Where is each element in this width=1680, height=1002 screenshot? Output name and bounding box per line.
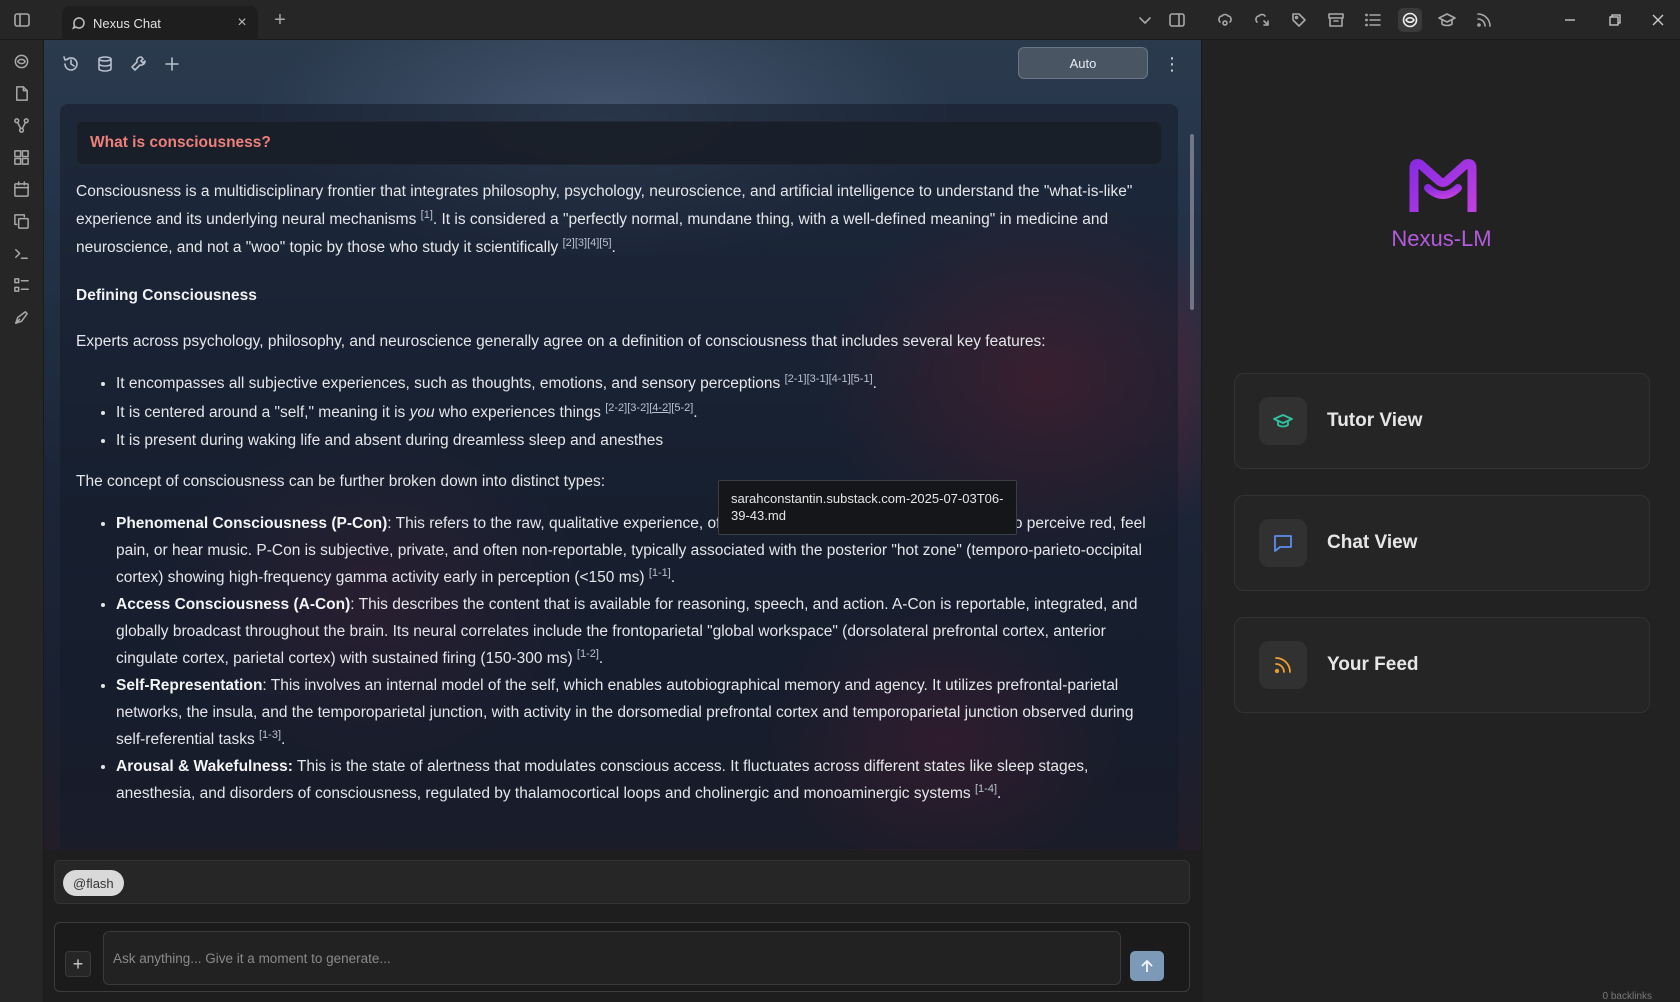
list-item: Self-Representation: This involves an in… — [116, 672, 1162, 753]
list-item: It is present during waking life and abs… — [116, 427, 1162, 456]
mode-selector-button[interactable]: Auto — [1018, 47, 1148, 79]
title-bar: Nexus Chat × + — [0, 0, 1680, 40]
archive-icon[interactable] — [1324, 8, 1348, 32]
list-item: It encompasses all subjective experience… — [116, 370, 1162, 399]
nexus-brain-icon[interactable] — [1398, 8, 1422, 32]
attach-icon[interactable]: + — [65, 951, 91, 977]
graph-icon[interactable] — [10, 114, 32, 136]
type-name: Self-Representation — [116, 676, 263, 694]
rss-icon — [1259, 641, 1307, 689]
list-item: It is centered around a "self," meaning … — [116, 399, 1162, 428]
new-tab-icon[interactable]: + — [268, 8, 292, 32]
features-list: It encompasses all subjective experience… — [116, 370, 1162, 456]
model-mention-chip[interactable]: @flash — [63, 870, 124, 896]
brain-arrow-icon[interactable] — [1250, 8, 1274, 32]
tutor-view-card[interactable]: Tutor View — [1234, 373, 1650, 469]
list-item-text: It is centered around a "self," meaning … — [116, 403, 410, 421]
nexus-brain-icon[interactable] — [10, 50, 32, 72]
list-item: Access Consciousness (A-Con): This descr… — [116, 591, 1162, 672]
type-name: Arousal & Wakefulness: — [116, 757, 293, 775]
input-container: + — [54, 922, 1190, 992]
right-panel: Nexus-LM Tutor View Chat View Your Feed … — [1201, 40, 1680, 1002]
citation[interactable]: [1] — [421, 209, 433, 221]
send-button[interactable] — [1130, 951, 1164, 981]
left-ribbon — [0, 40, 44, 1002]
minimize-icon[interactable] — [1555, 8, 1585, 32]
add-icon[interactable] — [160, 52, 184, 76]
card-label: Your Feed — [1327, 654, 1419, 675]
chat-bubble-icon — [1259, 519, 1307, 567]
citation[interactable]: [1-2] — [577, 648, 599, 660]
citation[interactable]: [1-3] — [259, 729, 281, 741]
card-label: Chat View — [1327, 532, 1418, 553]
pen-tool-icon[interactable] — [10, 306, 32, 328]
terminal-icon[interactable] — [10, 242, 32, 264]
card-label: Tutor View — [1327, 410, 1423, 431]
prompt-input[interactable] — [103, 931, 1121, 985]
brand-name: Nexus-LM — [1391, 226, 1492, 251]
message-list: What is consciousness? Consciousness is … — [60, 104, 1178, 849]
question-text: What is consciousness? — [90, 134, 271, 151]
restore-icon[interactable] — [1600, 8, 1630, 32]
section-heading: Defining Consciousness — [76, 287, 257, 304]
chevron-down-icon[interactable] — [1133, 8, 1157, 32]
graduation-cap-icon — [1259, 397, 1307, 445]
citation-group: [2-2][3-2][4-2][5-2] — [605, 402, 693, 414]
list-item-text: It is present during waking life and abs… — [116, 432, 664, 449]
nexus-logo-icon — [1409, 159, 1477, 212]
tags-icon[interactable] — [1287, 8, 1311, 32]
type-name: Access Consciousness (A-Con) — [116, 595, 351, 613]
citation[interactable]: [2-1][3-1][4-1][5-1] — [785, 373, 873, 385]
emphasis-text: you — [409, 403, 435, 421]
status-backlinks: 0 backlinks — [1602, 991, 1652, 1002]
user-question: What is consciousness? — [76, 121, 1162, 165]
calendar-icon[interactable] — [10, 178, 32, 200]
citation[interactable]: [2-2][3-2] — [605, 402, 649, 414]
brain-link-icon[interactable] — [1213, 8, 1237, 32]
grid-icon[interactable] — [10, 146, 32, 168]
citation[interactable]: [1-1] — [649, 567, 671, 579]
rss-icon[interactable] — [1472, 8, 1496, 32]
app-window: Nexus Chat × + Auto ⋮ What is consciousn… — [0, 0, 1680, 1002]
chat-view-card[interactable]: Chat View — [1234, 495, 1650, 591]
wrench-icon[interactable] — [127, 52, 151, 76]
more-options-icon[interactable]: ⋮ — [1162, 52, 1182, 76]
types-list: Phenomenal Consciousness (P-Con): This r… — [116, 510, 1162, 807]
list-icon[interactable] — [1361, 8, 1385, 32]
scrollbar-thumb[interactable] — [1190, 134, 1194, 310]
right-sidebar-toggle-icon[interactable] — [1165, 8, 1189, 32]
chat-bubble-icon — [71, 16, 86, 30]
tab-title: Nexus Chat — [93, 15, 161, 31]
arrow-up-icon — [1141, 959, 1153, 972]
citation[interactable]: [5-2] — [671, 402, 693, 414]
document-icon[interactable] — [10, 82, 32, 104]
composer: @flash + — [44, 850, 1201, 1002]
mention-bar: @flash — [54, 860, 1190, 904]
type-name: Phenomenal Consciousness (P-Con) — [116, 514, 388, 532]
tab-close-icon[interactable]: × — [234, 15, 250, 31]
list-item-text: It encompasses all subjective experience… — [116, 375, 785, 392]
list-item-text: who experiences things — [434, 403, 606, 421]
copy-icon[interactable] — [10, 210, 32, 232]
citation[interactable]: [2][3][4][5] — [563, 237, 612, 249]
citation-tooltip: sarahconstantin.substack.com-2025-07-03T… — [718, 480, 1017, 535]
tab-nexus-chat[interactable]: Nexus Chat × — [62, 6, 258, 40]
graduation-cap-icon[interactable] — [1435, 8, 1459, 32]
citation[interactable]: [1-4] — [975, 783, 997, 795]
citation-hovered[interactable]: [4-2] — [649, 402, 671, 414]
checklist-icon[interactable] — [10, 274, 32, 296]
history-icon[interactable] — [59, 52, 83, 76]
your-feed-card[interactable]: Your Feed — [1234, 617, 1650, 713]
intro-paragraph: Consciousness is a multidisciplinary fro… — [76, 178, 1162, 262]
database-icon[interactable] — [93, 52, 117, 76]
experts-paragraph: Experts across psychology, philosophy, a… — [76, 333, 1046, 350]
intro-text: . — [611, 239, 616, 256]
list-item: Arousal & Wakefulness: This is the state… — [116, 753, 1162, 807]
close-window-icon[interactable] — [1643, 8, 1673, 32]
sidebar-toggle-icon[interactable] — [10, 8, 34, 32]
